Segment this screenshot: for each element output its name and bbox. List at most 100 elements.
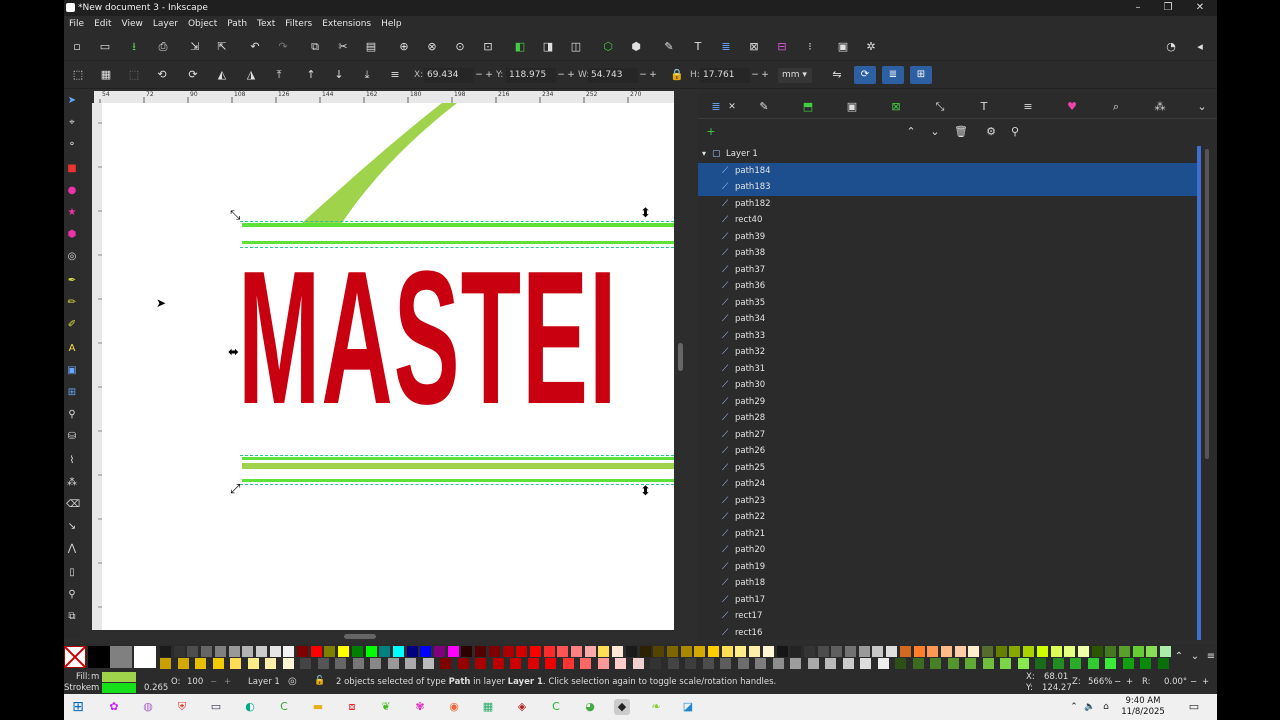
paint-bucket-tool-icon[interactable]: ⛁	[66, 431, 78, 443]
object-row[interactable]: ⟋ path21	[698, 526, 1198, 543]
palette-swatch[interactable]	[297, 646, 308, 657]
palette-swatch[interactable]	[965, 658, 976, 669]
object-row[interactable]: ⟋ path38	[698, 245, 1198, 262]
flip-vertical-icon[interactable]: ◮	[242, 66, 260, 84]
palette-swatch[interactable]	[1023, 646, 1035, 657]
new-document-icon[interactable]: ▫	[68, 38, 86, 56]
ungroup-icon[interactable]: ⬢	[627, 38, 645, 56]
palette-swatch[interactable]	[968, 646, 980, 657]
layer-lock-icon[interactable]: 🔓	[314, 676, 325, 687]
palette-swatch[interactable]	[927, 646, 939, 657]
settings-gear-icon[interactable]: ⚙	[984, 125, 998, 139]
palette-swatch[interactable]	[488, 646, 500, 657]
mesh-tool-icon[interactable]: ⊞	[66, 387, 78, 399]
palette-swatch[interactable]	[300, 658, 311, 669]
preferences-icon[interactable]: ✲	[862, 38, 880, 56]
y-decrement[interactable]: −	[556, 68, 566, 83]
tray-chevron-icon[interactable]: ⌃	[1066, 699, 1082, 715]
pages-list-icon[interactable]: ⧉	[66, 611, 78, 623]
calligraphy-tool-icon[interactable]: ✐	[66, 319, 78, 331]
text-font-icon[interactable]: T	[689, 38, 707, 56]
close-tab-icon[interactable]: ✕	[724, 99, 740, 115]
connector-tool-icon[interactable]: ↘	[66, 521, 78, 533]
tab-export[interactable]: ⬒	[800, 99, 816, 115]
palette-swatch[interactable]	[666, 646, 678, 657]
layer-visibility-icon[interactable]: ◎	[288, 676, 297, 687]
obs-icon[interactable]: ◈	[514, 699, 530, 715]
lock-aspect-icon[interactable]: 🔒	[668, 66, 686, 84]
palette-swatch[interactable]	[457, 658, 469, 669]
undo-icon[interactable]: ↶	[246, 38, 264, 56]
palette-swatch[interactable]	[817, 646, 829, 657]
palette-swatch[interactable]	[160, 658, 171, 669]
app-icon[interactable]: ◍	[140, 699, 156, 715]
palette-swatch[interactable]	[440, 658, 451, 669]
palette-swatch[interactable]	[860, 658, 871, 669]
tab-swatches[interactable]: ⊠	[888, 99, 904, 115]
palette-swatch[interactable]	[201, 646, 213, 657]
x-decrement[interactable]: −	[474, 68, 484, 83]
dropper-tool-icon[interactable]: ⚲	[66, 409, 78, 421]
object-row[interactable]: ⟋ path184	[698, 162, 1198, 179]
palette-swatch[interactable]	[845, 646, 856, 657]
star-tool-icon[interactable]: ★	[66, 207, 78, 219]
object-row[interactable]: ⟋ path24	[698, 476, 1198, 493]
palette-swatch[interactable]	[510, 658, 521, 669]
palette-swatch[interactable]	[447, 646, 459, 657]
menu-edit[interactable]: Edit	[89, 16, 116, 33]
black-swatch[interactable]	[88, 646, 110, 668]
tweak-brush-icon[interactable]: ⌇	[66, 455, 78, 467]
scale-handle-top-icon[interactable]: ⬍	[640, 207, 651, 220]
y-input[interactable]: 118.975	[506, 68, 556, 83]
unlink-clone-icon[interactable]: ◫	[567, 38, 585, 56]
paint-icon[interactable]: ◪	[680, 699, 696, 715]
palette-swatch[interactable]	[720, 658, 731, 669]
print-icon[interactable]: ⎙	[154, 38, 172, 56]
palette-swatch[interactable]	[776, 646, 788, 657]
gray-swatch[interactable]	[110, 646, 132, 668]
palette-swatch[interactable]	[872, 646, 884, 657]
tab-align[interactable]: ≡	[1020, 99, 1036, 115]
palette-swatch[interactable]	[475, 646, 487, 657]
palette-swatch[interactable]	[529, 646, 541, 657]
palette-swatch[interactable]	[1070, 658, 1081, 669]
leaf-app-2-icon[interactable]: ❧	[648, 699, 664, 715]
palette-swatch[interactable]	[492, 658, 504, 669]
group-icon[interactable]: ⬡	[599, 38, 617, 56]
palette-swatch[interactable]	[1052, 658, 1064, 669]
select-all-layers-icon[interactable]: ▦	[97, 66, 115, 84]
palette-swatch[interactable]	[461, 646, 473, 657]
menu-help[interactable]: Help	[376, 16, 407, 33]
palette-swatch[interactable]	[324, 646, 336, 657]
palette-swatch[interactable]	[1140, 658, 1151, 669]
raise-to-top-icon[interactable]: ⤒	[270, 66, 288, 84]
palette-swatch[interactable]	[639, 646, 651, 657]
pencil-tool-icon[interactable]: ✏	[66, 297, 78, 309]
tweak-tool-icon[interactable]: ⚬	[66, 139, 78, 151]
palette-swatch[interactable]	[685, 658, 696, 669]
no-paint-swatch-icon[interactable]	[64, 646, 86, 668]
palette-swatch[interactable]	[842, 658, 854, 669]
tab-xml[interactable]: ⌕	[1108, 99, 1124, 115]
object-row[interactable]: ⟋ path23	[698, 493, 1198, 510]
palette-swatch[interactable]	[177, 658, 189, 669]
palette-swatch[interactable]	[580, 658, 591, 669]
stroke-indicator[interactable]	[102, 683, 136, 693]
object-row[interactable]: ⟋ path183	[698, 179, 1198, 196]
palette-swatch[interactable]	[1050, 646, 1062, 657]
object-row[interactable]: ⟋ path22	[698, 509, 1198, 526]
object-row[interactable]: ⟋ path34	[698, 311, 1198, 328]
object-row[interactable]: ⟋ path32	[698, 344, 1198, 361]
zoom-tool-icon[interactable]: ⚲	[66, 589, 78, 601]
palette-swatch[interactable]	[1087, 658, 1099, 669]
palette-swatch[interactable]	[749, 646, 761, 657]
brave-icon[interactable]: ⛨	[174, 699, 190, 715]
document-properties-icon[interactable]: ▣	[834, 38, 852, 56]
object-row[interactable]: ⟋ path31	[698, 361, 1198, 378]
palette-swatch[interactable]	[694, 646, 706, 657]
rectangle-tool-icon[interactable]: ■	[66, 163, 78, 175]
find-replace-icon[interactable]: ⁝	[801, 38, 819, 56]
palette-swatch[interactable]	[735, 646, 747, 657]
palette-swatch[interactable]	[370, 658, 381, 669]
measure-tool-icon[interactable]: ⋀	[66, 543, 78, 555]
